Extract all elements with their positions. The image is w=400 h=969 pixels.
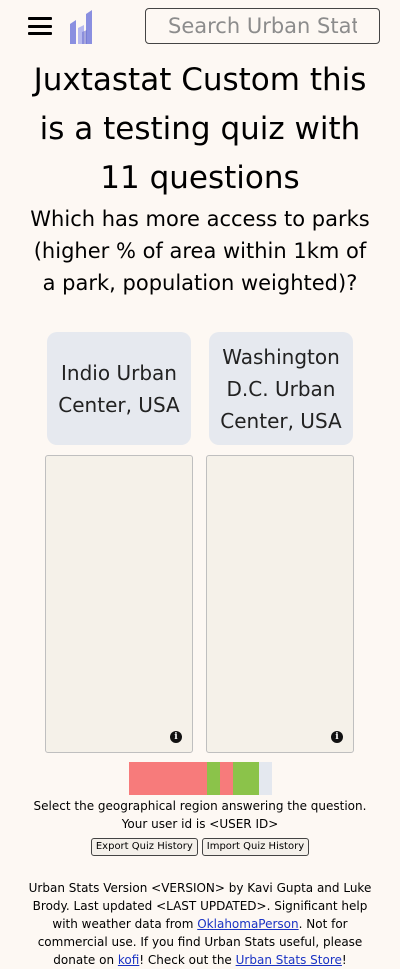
choice-button-right[interactable]: Washington D.C. Urban Center, USA: [209, 332, 353, 445]
status-text: Select the geographical region answering…: [0, 797, 400, 833]
progress-cell-incorrect: [194, 762, 207, 795]
progress-cell-correct: [246, 762, 259, 795]
footer-text: !: [341, 953, 347, 967]
choice-label-left: Indio Urban Center, USA: [58, 360, 180, 417]
progress-cell-incorrect: [142, 762, 155, 795]
history-buttons: Export Quiz History Import Quiz History: [0, 838, 400, 856]
export-quiz-history-button[interactable]: Export Quiz History: [90, 838, 198, 856]
progress-cell-incorrect: [129, 762, 142, 795]
progress-cell-correct: [207, 762, 220, 795]
import-quiz-history-button[interactable]: Import Quiz History: [201, 838, 310, 856]
quiz-question: Which has more access to parks (higher %…: [30, 207, 370, 295]
hamburger-icon[interactable]: [28, 15, 52, 37]
progress-cell-incorrect: [220, 762, 233, 795]
footer: Urban Stats Version <VERSION> by Kavi Gu…: [20, 879, 380, 969]
oklahomaperson-link[interactable]: OklahomaPerson: [197, 917, 298, 931]
choice-label-right: Washington D.C. Urban Center, USA: [220, 344, 342, 433]
header: [0, 0, 400, 52]
map-right[interactable]: i: [206, 455, 354, 753]
progress-cell-incorrect: [168, 762, 181, 795]
store-link[interactable]: Urban Stats Store: [236, 953, 342, 967]
quiz-progress-bar: [129, 762, 272, 795]
progress-cell-correct: [233, 762, 246, 795]
kofi-link[interactable]: kofi: [118, 953, 139, 967]
map-left[interactable]: i: [45, 455, 193, 753]
progress-cell-incorrect: [155, 762, 168, 795]
urban-stats-logo-icon[interactable]: [68, 8, 96, 44]
choice-button-left[interactable]: Indio Urban Center, USA: [47, 332, 191, 445]
progress-cell-pending: [259, 762, 272, 795]
user-id-text: Your user id is <USER ID>: [121, 817, 279, 831]
info-icon[interactable]: i: [170, 731, 182, 743]
instruction-text: Select the geographical region answering…: [33, 799, 367, 813]
footer-text: ! Check out the: [139, 953, 236, 967]
quiz-title: Juxtastat Custom this is a testing quiz …: [33, 62, 367, 196]
search-input[interactable]: [145, 8, 380, 44]
progress-cell-incorrect: [181, 762, 194, 795]
info-icon[interactable]: i: [331, 731, 343, 743]
